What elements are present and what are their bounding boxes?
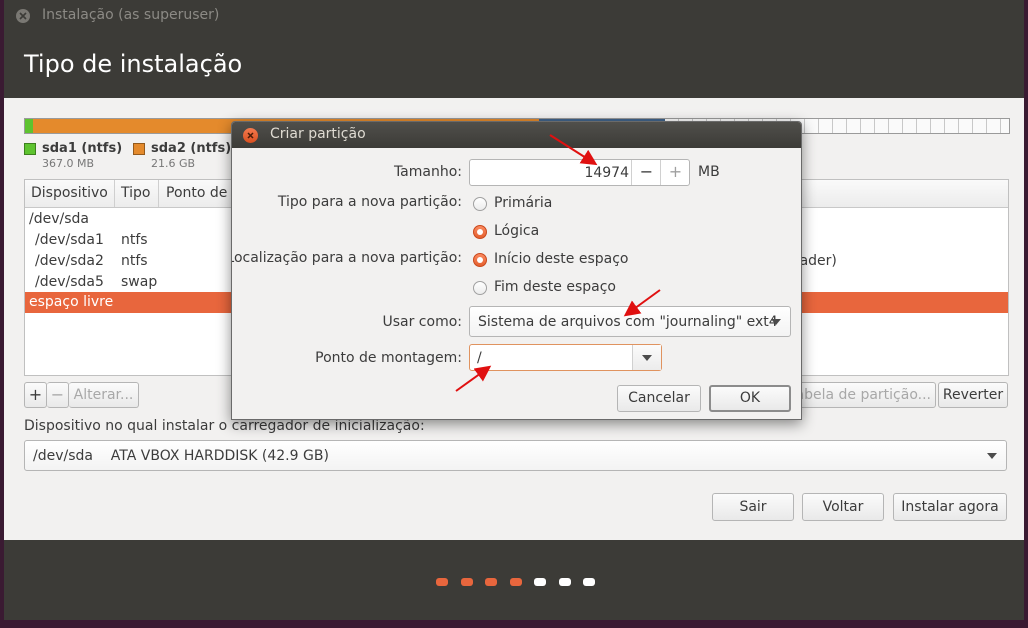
progress-dot — [583, 578, 595, 586]
close-icon — [247, 132, 254, 139]
cell-device: /dev/sda1 — [35, 232, 104, 248]
radio-logical-label[interactable]: Lógica — [494, 223, 539, 239]
progress-dot — [485, 578, 497, 586]
partition-type-label: Tipo para a nova partição: — [277, 194, 462, 210]
legend-size: 367.0 MB — [42, 157, 95, 170]
radio-end[interactable] — [473, 281, 487, 295]
use-as-label: Usar como: — [382, 314, 462, 330]
dialog-close-button[interactable] — [243, 128, 258, 143]
chevron-down-icon[interactable] — [632, 345, 661, 370]
cell-device: /dev/sda — [29, 211, 89, 227]
size-label: Tamanho: — [393, 164, 462, 180]
page-title: Tipo de instalação — [24, 50, 243, 78]
remove-partition-button[interactable]: − — [47, 382, 69, 408]
window-titlebar: Instalação (as superuser) — [4, 0, 1024, 32]
bootloader-device-select[interactable]: /dev/sda ATA VBOX HARDDISK (42.9 GB) — [24, 440, 1007, 471]
mount-point-label: Ponto de montagem: — [315, 350, 462, 366]
location-label: Localização para a nova partição: — [231, 250, 462, 266]
use-as-value: Sistema de arquivos com "journaling" ext… — [478, 314, 778, 330]
column-separator — [114, 180, 115, 207]
column-header-device[interactable]: Dispositivo — [31, 185, 108, 201]
column-header-mount[interactable]: Ponto de — [166, 185, 227, 201]
cancel-button[interactable]: Cancelar — [617, 385, 701, 412]
cell-device: /dev/sda5 — [35, 274, 104, 290]
change-partition-button[interactable]: Alterar... — [69, 382, 139, 408]
radio-end-label[interactable]: Fim deste espaço — [494, 279, 616, 295]
legend-swatch — [133, 143, 145, 155]
cell-device: espaço livre — [29, 294, 114, 310]
progress-dot — [559, 578, 571, 586]
radio-primary-label[interactable]: Primária — [494, 195, 552, 211]
use-as-select[interactable]: Sistema de arquivos com "journaling" ext… — [469, 306, 791, 337]
ok-button[interactable]: OK — [709, 385, 791, 412]
radio-beginning[interactable] — [473, 253, 487, 267]
progress-dot — [534, 578, 546, 586]
cell-type: swap — [121, 274, 158, 290]
legend-swatch — [24, 143, 36, 155]
column-separator — [158, 180, 159, 207]
size-unit: MB — [698, 164, 720, 180]
size-value[interactable]: 14974 — [470, 165, 629, 181]
page-header: Tipo de instalação — [4, 32, 1024, 98]
radio-primary[interactable] — [473, 197, 487, 211]
legend-label: sda2 (ntfs) — [151, 141, 232, 156]
bootloader-label: Dispositivo no qual instalar o carregado… — [24, 418, 425, 434]
chevron-down-icon — [762, 307, 790, 336]
cell-type: ntfs — [121, 232, 148, 248]
new-partition-table-button[interactable]: abela de partição... — [784, 382, 936, 408]
radio-logical[interactable] — [473, 225, 487, 239]
revert-button[interactable]: Reverter — [938, 382, 1008, 408]
mount-point-combo[interactable]: / — [469, 344, 662, 371]
size-decrement-button[interactable]: − — [631, 160, 661, 185]
install-now-button[interactable]: Instalar agora — [893, 493, 1007, 521]
column-header-type[interactable]: Tipo — [121, 185, 150, 201]
progress-dot — [461, 578, 473, 586]
quit-button[interactable]: Sair — [712, 493, 794, 521]
chevron-down-icon — [978, 441, 1006, 470]
dialog-title: Criar partição — [270, 126, 366, 142]
partition-bar-segment — [25, 119, 33, 133]
window-title: Instalação (as superuser) — [42, 7, 220, 23]
legend-size: 21.6 GB — [151, 157, 196, 170]
window-close-button[interactable] — [16, 9, 30, 23]
progress-dots — [4, 540, 1024, 620]
close-icon — [19, 12, 27, 20]
back-button[interactable]: Voltar — [802, 493, 884, 521]
cell-type: ntfs — [121, 253, 148, 269]
cell-device: /dev/sda2 — [35, 253, 104, 269]
dialog-titlebar: Criar partição — [232, 122, 801, 148]
mount-point-value[interactable]: / — [477, 350, 482, 366]
add-partition-button[interactable]: + — [24, 382, 47, 408]
legend-label: sda1 (ntfs) — [42, 141, 123, 156]
progress-dot — [510, 578, 522, 586]
size-spinbutton[interactable]: 14974 − + — [469, 159, 690, 186]
radio-beginning-label[interactable]: Início deste espaço — [494, 251, 628, 267]
progress-dot — [436, 578, 448, 586]
bootloader-device-value: /dev/sda ATA VBOX HARDDISK (42.9 GB) — [33, 448, 329, 464]
size-increment-button[interactable]: + — [660, 160, 690, 185]
create-partition-dialog: Criar partição Tamanho: 14974 − + MB Tip… — [231, 121, 802, 420]
